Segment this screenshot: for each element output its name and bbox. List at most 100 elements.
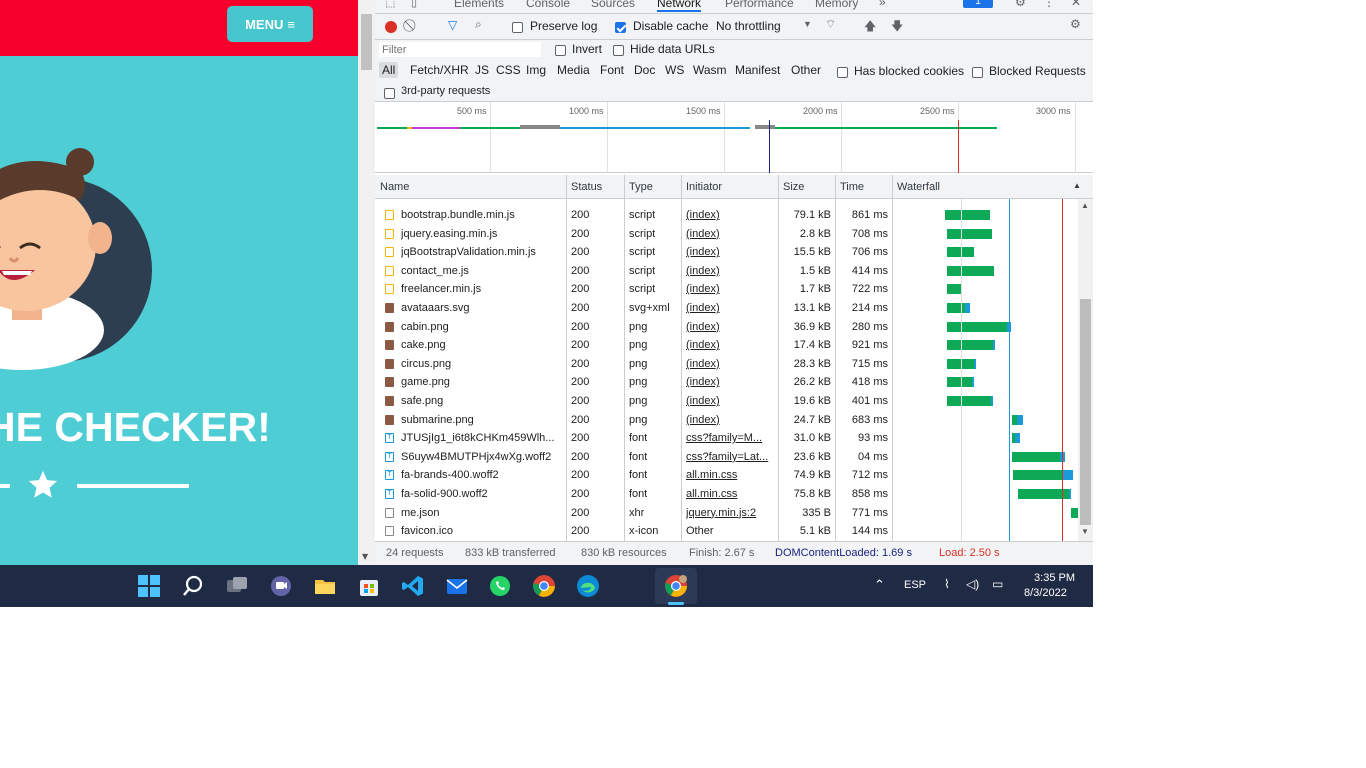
request-initiator[interactable]: (index) xyxy=(686,302,776,314)
tab-performance[interactable]: Performance xyxy=(725,0,794,10)
windows-start-icon[interactable] xyxy=(137,574,161,598)
teams-chat-icon[interactable] xyxy=(269,574,293,598)
table-row[interactable]: freelancer.min.js 200 script (index) 1.7 kB 7… xyxy=(375,280,1078,299)
scroll-down-arrow-icon[interactable]: ▼ xyxy=(362,552,368,561)
table-row[interactable]: bootstrap.bundle.min.js 200 script (index) 7… xyxy=(375,206,1078,225)
table-scrollbar[interactable]: ▲ ▼ xyxy=(1078,199,1093,541)
table-row[interactable]: me.json 200 xhr jquery.min.js:2 335 B 771 ms xyxy=(375,504,1078,523)
throttling-select[interactable]: No throttling xyxy=(716,19,781,33)
table-row[interactable]: jqBootstrapValidation.min.js 200 script (in… xyxy=(375,243,1078,262)
search-icon[interactable]: ⌕ xyxy=(475,17,482,32)
tab-elements[interactable]: Elements xyxy=(454,0,504,10)
request-initiator[interactable]: (index) xyxy=(686,358,776,370)
type-filter-img[interactable]: Img xyxy=(523,62,549,78)
timeline-overview[interactable]: 500 ms 1000 ms 1500 ms 2000 ms 2500 ms 3… xyxy=(375,102,1093,173)
request-initiator[interactable]: jquery.min.js:2 xyxy=(686,507,776,519)
menu-button[interactable]: MENU ≡ xyxy=(227,6,313,42)
record-icon[interactable] xyxy=(385,21,397,33)
request-initiator[interactable]: all.min.css xyxy=(686,469,776,481)
table-row[interactable]: Tfa-solid-900.woff2 200 font all.min.css 75.… xyxy=(375,485,1078,504)
type-filter-doc[interactable]: Doc xyxy=(631,62,658,78)
clock-date[interactable]: 8/3/2022 xyxy=(1024,587,1067,599)
type-filter-fetch-xhr[interactable]: Fetch/XHR xyxy=(407,62,472,78)
chrome-profile-icon[interactable] xyxy=(664,574,688,598)
type-filter-css[interactable]: CSS xyxy=(493,62,524,78)
request-initiator[interactable]: (index) xyxy=(686,376,776,388)
col-time[interactable]: Time xyxy=(840,181,864,193)
request-initiator[interactable]: (index) xyxy=(686,283,776,295)
settings-gear-icon[interactable]: ⚙ xyxy=(1015,0,1026,9)
request-initiator[interactable]: all.min.css xyxy=(686,488,776,500)
page-scrollbar-thumb[interactable] xyxy=(361,14,372,70)
table-row[interactable]: favicon.ico 200 x-icon Other 5.1 kB 144 ms xyxy=(375,522,1078,541)
table-row[interactable]: contact_me.js 200 script (index) 1.5 kB 414 m… xyxy=(375,262,1078,281)
type-filter-ws[interactable]: WS xyxy=(662,62,687,78)
clock-time[interactable]: 3:35 PM xyxy=(1031,572,1075,584)
battery-icon[interactable]: ▭ xyxy=(992,577,1003,591)
col-type[interactable]: Type xyxy=(629,181,653,193)
tab-memory[interactable]: Memory xyxy=(815,0,858,10)
type-filter-js[interactable]: JS xyxy=(472,62,492,78)
request-initiator[interactable]: (index) xyxy=(686,395,776,407)
invert-checkbox[interactable] xyxy=(555,43,566,57)
wifi-icon[interactable]: ⌇ xyxy=(944,577,950,591)
preserve-log-checkbox[interactable] xyxy=(512,20,523,34)
task-view-icon[interactable] xyxy=(225,574,249,598)
table-row[interactable]: safe.png 200 png (index) 19.6 kB 401 ms xyxy=(375,392,1078,411)
request-initiator[interactable]: (index) xyxy=(686,321,776,333)
whatsapp-icon[interactable] xyxy=(488,574,512,598)
scroll-down-arrow-icon[interactable]: ▼ xyxy=(1081,527,1089,536)
col-size[interactable]: Size xyxy=(783,181,804,193)
tab-network[interactable]: Network xyxy=(657,0,702,12)
inspect-element-icon[interactable]: ⬚ xyxy=(385,0,395,9)
table-row[interactable]: game.png 200 png (index) 26.2 kB 418 ms xyxy=(375,373,1078,392)
col-name[interactable]: Name xyxy=(380,181,409,193)
table-row[interactable]: cake.png 200 png (index) 17.4 kB 921 ms xyxy=(375,336,1078,355)
hide-data-urls-checkbox[interactable] xyxy=(613,43,624,57)
network-conditions-icon[interactable]: ⌔ xyxy=(825,17,836,32)
blocked-cookies-checkbox[interactable] xyxy=(837,65,848,79)
filter-icon[interactable]: ▽ xyxy=(448,18,457,32)
volume-icon[interactable]: ◁) xyxy=(966,577,979,591)
chrome-icon[interactable] xyxy=(532,574,556,598)
col-initiator[interactable]: Initiator xyxy=(686,181,722,193)
device-toolbar-icon[interactable]: ▯ xyxy=(411,0,417,9)
type-filter-media[interactable]: Media xyxy=(554,62,593,78)
type-filter-other[interactable]: Other xyxy=(788,62,824,78)
table-row[interactable]: submarine.png 200 png (index) 24.7 kB 683 ms xyxy=(375,411,1078,430)
col-waterfall[interactable]: Waterfall xyxy=(897,181,940,193)
more-tabs-icon[interactable]: » xyxy=(879,0,886,9)
table-row[interactable]: cabin.png 200 png (index) 36.9 kB 280 ms xyxy=(375,318,1078,337)
type-filter-manifest[interactable]: Manifest xyxy=(732,62,783,78)
edge-icon[interactable] xyxy=(576,574,600,598)
request-initiator[interactable]: (index) xyxy=(686,209,776,221)
blocked-requests-checkbox[interactable] xyxy=(972,65,983,79)
type-filter-wasm[interactable]: Wasm xyxy=(690,62,730,78)
request-initiator[interactable]: (index) xyxy=(686,339,776,351)
vscode-icon[interactable] xyxy=(401,574,425,598)
search-icon[interactable] xyxy=(181,574,205,598)
file-explorer-icon[interactable] xyxy=(313,574,337,598)
sort-arrow-icon[interactable]: ▲ xyxy=(1073,181,1081,190)
request-initiator[interactable]: (index) xyxy=(686,414,776,426)
mail-icon[interactable] xyxy=(445,574,469,598)
table-row[interactable]: Tfa-brands-400.woff2 200 font all.min.css 74… xyxy=(375,466,1078,485)
col-status[interactable]: Status xyxy=(571,181,602,193)
disable-cache-checkbox[interactable] xyxy=(615,20,626,34)
page-scrollbar[interactable]: ▼ xyxy=(358,0,375,565)
request-initiator[interactable]: (index) xyxy=(686,265,776,277)
network-settings-icon[interactable]: ⚙ xyxy=(1070,17,1081,31)
issues-badge[interactable]: 1 xyxy=(963,0,993,8)
tab-console[interactable]: Console xyxy=(526,0,570,10)
tab-sources[interactable]: Sources xyxy=(591,0,635,10)
request-initiator[interactable]: css?family=M... xyxy=(686,432,776,444)
table-row[interactable]: jquery.easing.min.js 200 script (index) 2.8 … xyxy=(375,225,1078,244)
type-filter-font[interactable]: Font xyxy=(597,62,627,78)
microsoft-store-icon[interactable] xyxy=(357,574,381,598)
table-row[interactable]: T JTUSjIg1_i6t8kCHKm459Wlh... 200 font css?f… xyxy=(375,429,1078,448)
chevron-up-icon[interactable]: ⌃ xyxy=(874,577,885,593)
export-har-icon[interactable]: 🡇 xyxy=(891,17,903,38)
request-initiator[interactable]: (index) xyxy=(686,228,776,240)
more-options-icon[interactable]: ⋮ xyxy=(1043,0,1055,9)
third-party-checkbox[interactable] xyxy=(384,86,395,100)
